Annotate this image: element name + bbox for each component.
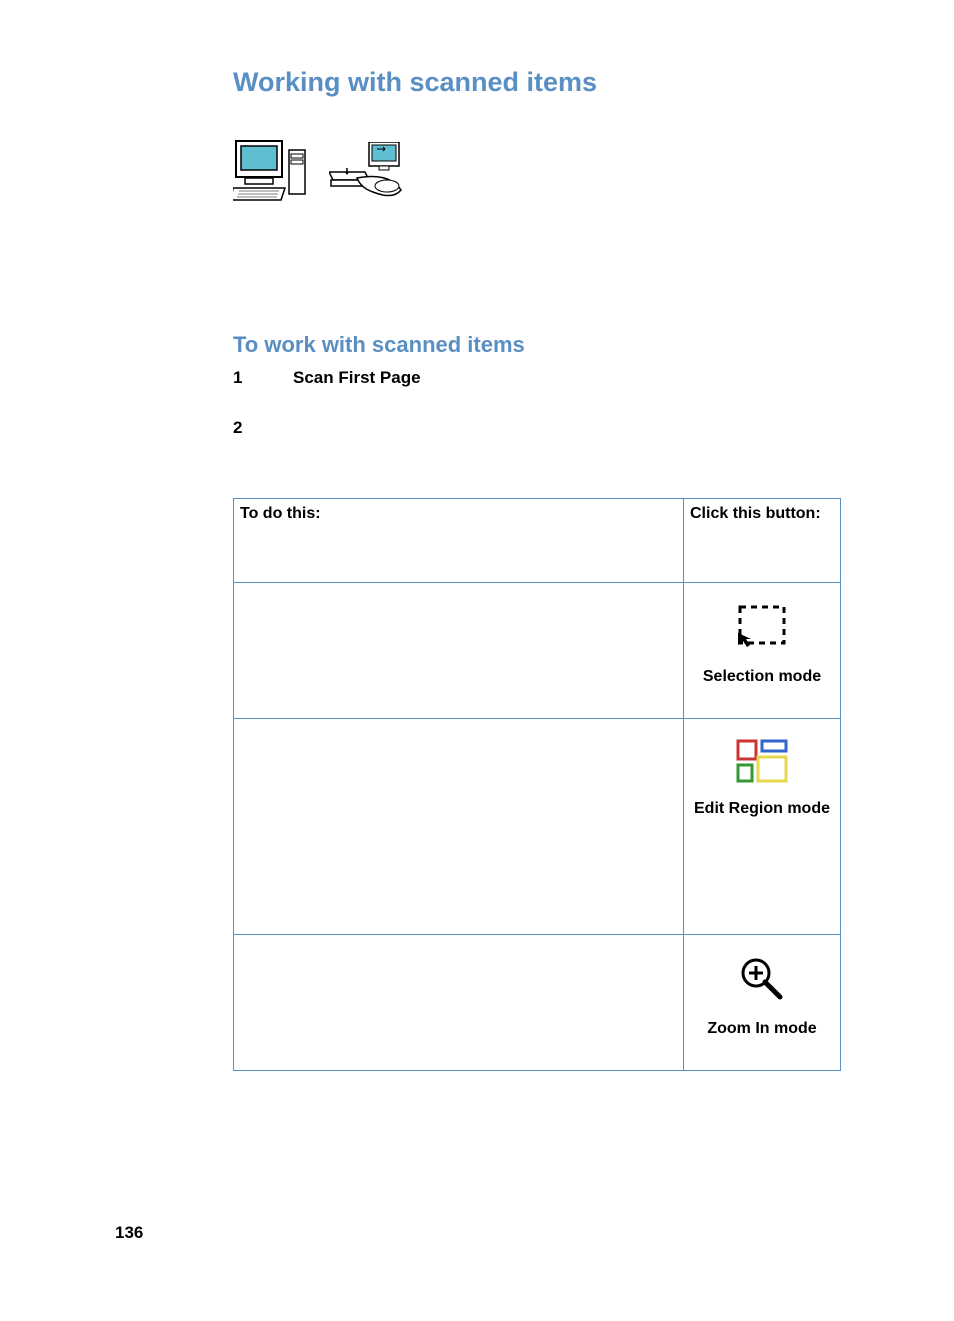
- icon-label: Selection mode: [690, 668, 834, 686]
- edit-region-mode-icon: [736, 739, 788, 788]
- table-cell-desc: [234, 583, 684, 719]
- icon-label: Edit Region mode: [690, 800, 834, 818]
- selection-mode-icon: [734, 603, 790, 656]
- zoom-in-mode-icon: [738, 955, 786, 1008]
- table-cell-desc: [234, 935, 684, 1071]
- table-header-col1: To do this:: [234, 499, 684, 583]
- table-cell-desc: [234, 719, 684, 935]
- page-title: Working with scanned items: [233, 67, 854, 98]
- table-cell-button: Selection mode: [684, 583, 841, 719]
- icon-label: Zoom In mode: [690, 1020, 834, 1038]
- actions-table: To do this: Click this button: Selection…: [233, 498, 841, 1071]
- scanner-illustration: [233, 138, 854, 202]
- table-cell-button: Edit Region mode: [684, 719, 841, 935]
- step-number: 2: [233, 418, 293, 438]
- step-list: 1 Scan First Page 2: [233, 368, 854, 438]
- table-cell-button: Zoom In mode: [684, 935, 841, 1071]
- section-heading: To work with scanned items: [233, 332, 854, 358]
- step-number: 1: [233, 368, 293, 388]
- step-text: Scan First Page: [293, 368, 421, 388]
- table-header-col2: Click this button:: [684, 499, 841, 583]
- page-number: 136: [115, 1223, 143, 1243]
